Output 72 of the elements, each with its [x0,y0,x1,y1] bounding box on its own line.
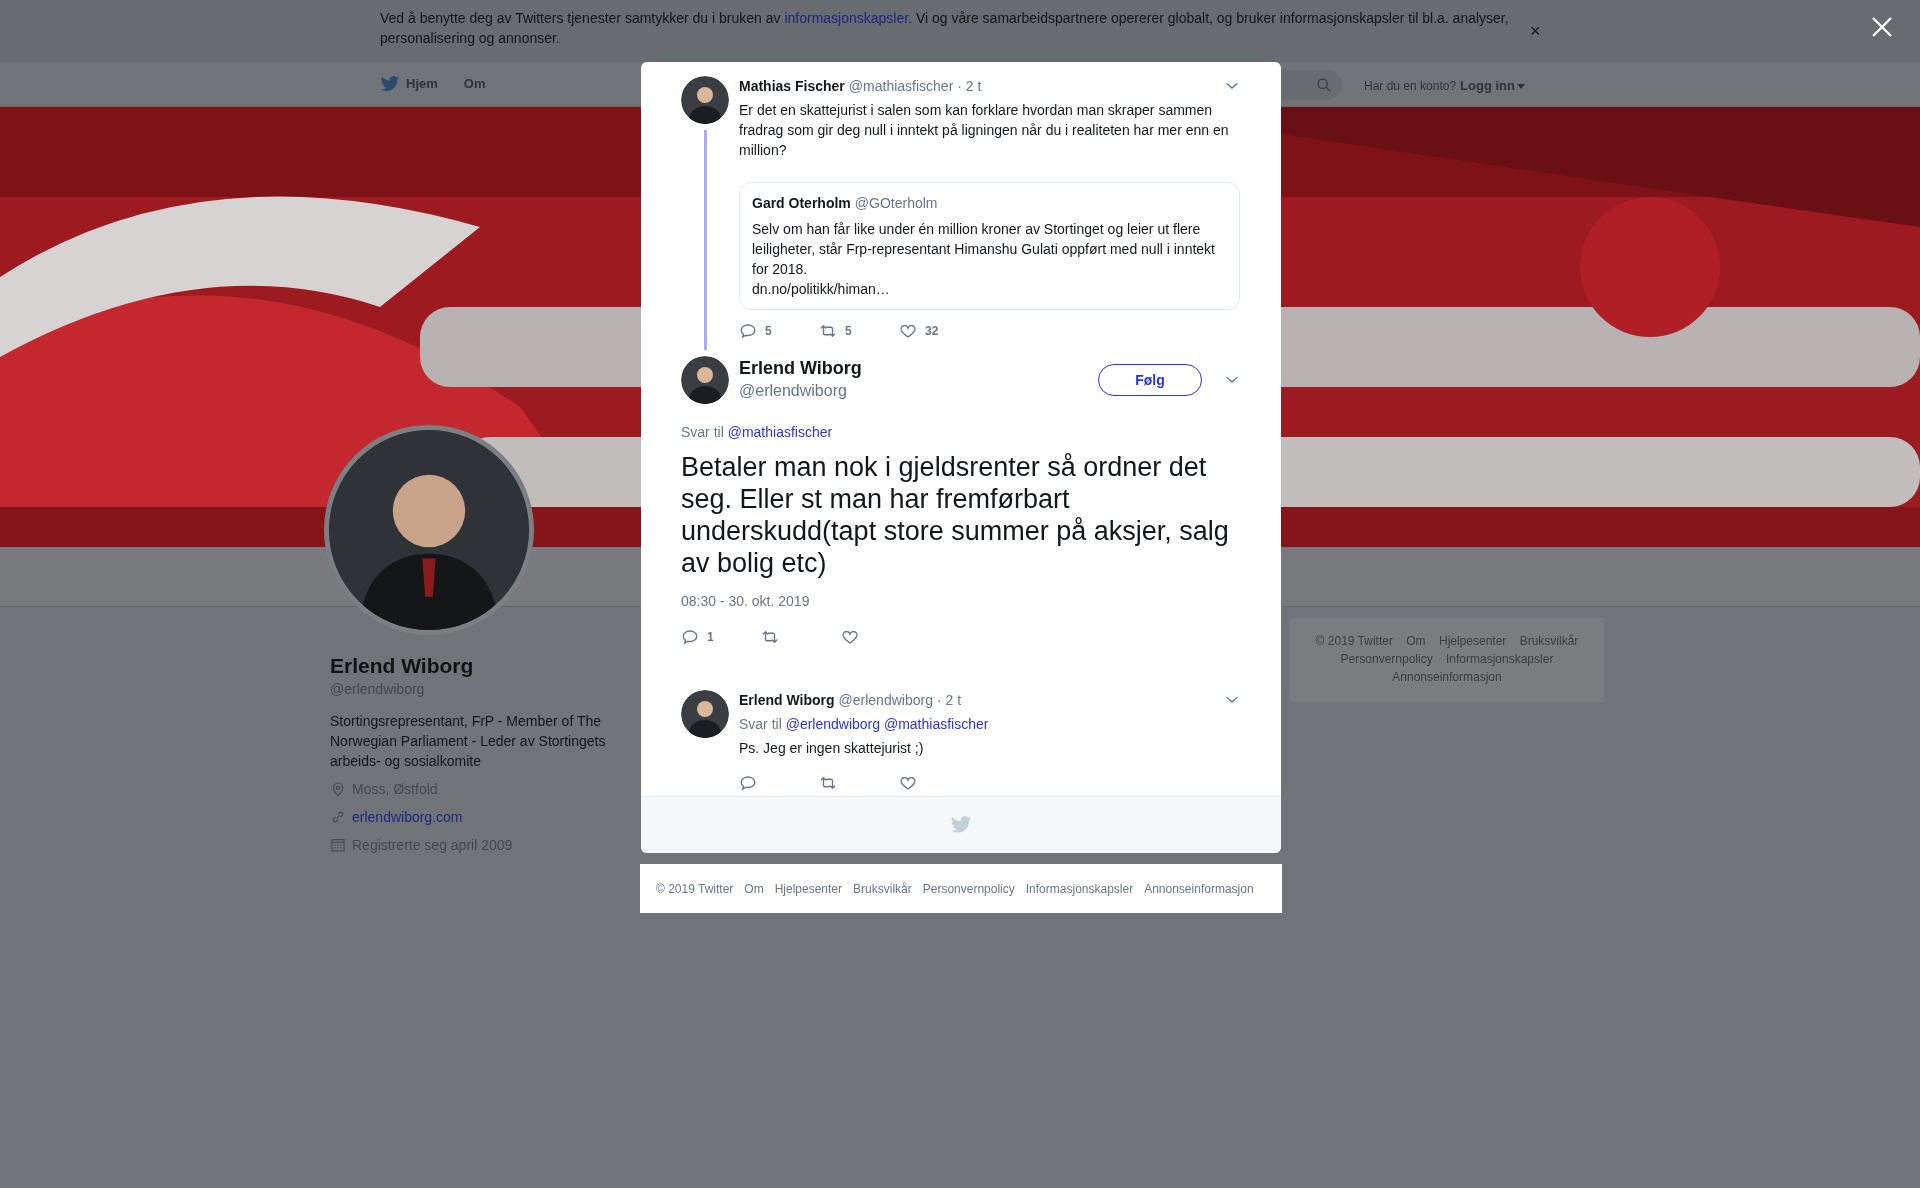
heart-icon [841,628,859,646]
footer-link[interactable]: Om [1406,634,1426,648]
tweet-text: Selv om han får like under én million kroner av Stortinget og leier ut flere leiligheter, står Frp-representant Himanshu Gulati oppført med null i inntekt for 2018. [752,220,1216,279]
close-icon [1871,15,1893,38]
footer-link[interactable]: Annonseinformasjon [1144,879,1254,898]
profile-name: Erlend Wiborg [330,653,475,679]
author-handle: @mathiasfischer [848,77,954,96]
caret-icon [1516,81,1525,90]
reply-button[interactable]: 1 [681,628,761,646]
close-button[interactable] [1871,14,1893,36]
close-button[interactable]: × [1530,22,1541,40]
arrows-loop-icon [819,774,837,792]
reply-label: Svar til [739,716,782,732]
account-prompt: Har du en konto? [1364,77,1457,95]
arrows-loop-icon [819,322,837,340]
avatar [681,690,729,738]
footer-link[interactable]: Annonseinformasjon [1392,670,1502,684]
speech-bubble-icon [681,628,699,646]
footer-link[interactable]: Om [744,879,764,898]
footer-link[interactable]: Bruksvilkår [853,879,912,898]
author-name: Mathias Fischer [739,77,845,96]
quoted-tweet[interactable] [739,182,1240,310]
avatar [681,356,729,404]
mention-link[interactable]: @mathiasfischer [883,716,989,732]
footer-link[interactable]: Personvernpolicy [922,879,1015,898]
reply-label: Svar til [681,424,724,440]
speech-bubble-icon [739,322,757,340]
cookie-notice: Ved å benytte deg av Twitters tjenester samtykker du i bruken av informasjonskapsler. Vi og våre samarbeidspartnere opererer globalt, og bruker informasjonskapsler til bl.a. analyser, personalisering og annonser. [380,9,1510,48]
mention-link[interactable]: @mathiasfischer [727,424,833,440]
tweet-text: Betaler man nok i gjeldsrenter så ordner det seg. Eller st man har fremførbart underskudd(tapt store summer på aksjer, salg av bolig etc) [681,451,1230,579]
search-icon [1316,77,1332,93]
website-link[interactable]: erlendwiborg.com [352,807,463,827]
bird-icon [380,74,400,94]
login-link[interactable]: Logg inn [1460,76,1525,96]
footer-link[interactable]: Informasjonskapsler [1446,652,1554,666]
calendar-icon [330,837,346,853]
footer-link[interactable]: Bruksvilkår [1519,634,1579,648]
heart-icon [899,322,917,340]
profile-bio: Stortingsrepresentant, FrP - Member of The Norwegian Parliament - Leder av Stortingets arbeids- og sosialkomite [330,712,607,771]
link-icon [330,809,346,825]
tweet-time: · 2 t [936,691,962,710]
heart-icon [899,774,917,792]
tweet-timestamp: 08:30 - 30. okt. 2019 [681,592,811,611]
arrows-loop-icon [761,628,779,646]
tweet-text: Er det en skattejurist i salen som kan forklare hvordan man skraper sammen fradrag som gir deg null i inntekt på ligningen når du i realiteten har mer enn en million? [739,101,1230,160]
author-name: Erlend Wiborg [739,357,862,379]
cookie-link[interactable]: informasjonskapsler [784,10,909,26]
author-handle: @erlendwiborg [838,691,933,710]
bird-icon [950,814,972,836]
author-handle: @GOterholm [854,194,938,213]
speech-bubble-icon [739,774,757,792]
retweet-button[interactable]: 5 [819,322,899,340]
tweet-time: · 2 t [957,77,982,96]
tweet-text: Ps. Jeg er ingen skattejurist ;) [739,739,925,758]
footer-link[interactable]: Informasjonskapsler [1025,879,1134,898]
nav-link[interactable]: Om [463,74,486,94]
footer-link[interactable]: © 2019 Twitter [1315,634,1393,648]
footer-link[interactable]: Personvernpolicy [1340,652,1433,666]
reply-button[interactable]: 5 [739,322,819,340]
author-handle: @erlendwiborg [739,381,848,401]
like-button[interactable]: 32 [899,322,979,340]
author-name: Erlend Wiborg [739,691,835,710]
footer-link[interactable]: Hjelpesenter [774,879,843,898]
footer-link[interactable]: Hjelpesenter [1438,634,1507,648]
mention-link[interactable]: @erlendwiborg [785,716,881,732]
follow-button[interactable]: Følg [1098,364,1202,396]
avatar [681,76,729,124]
author-name: Gard Oterholm [752,194,851,213]
nav-link[interactable]: Hjem [380,74,438,94]
footer-link[interactable]: © 2019 Twitter [656,879,734,898]
quoted-link: dn.no/politikk/himan… [752,280,891,299]
pin-icon [330,781,346,797]
